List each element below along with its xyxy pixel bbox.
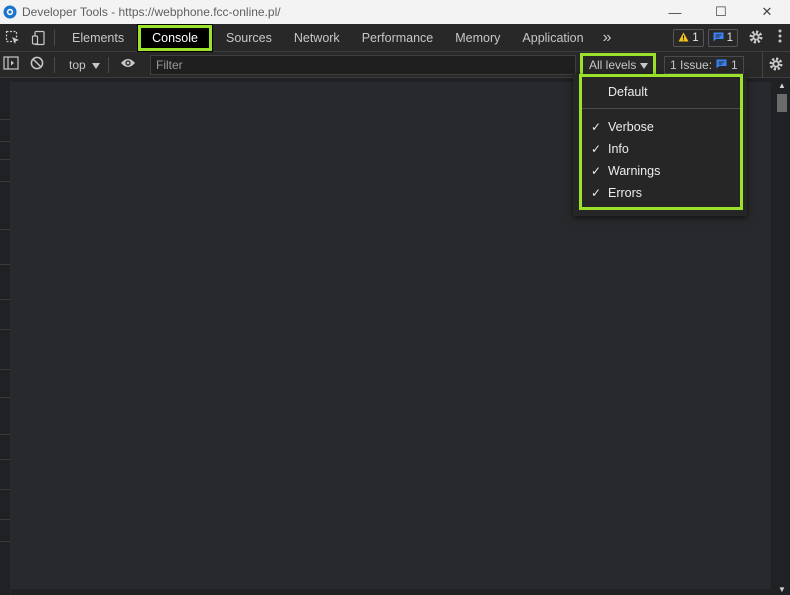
menu-item-verbose[interactable]: ✓ Verbose bbox=[582, 116, 740, 138]
context-label: top bbox=[69, 57, 86, 72]
scroll-down-arrow-icon[interactable]: ▼ bbox=[774, 583, 790, 595]
gutter-tick bbox=[0, 489, 10, 490]
show-sidebar-button[interactable] bbox=[0, 52, 22, 78]
gutter-tick bbox=[0, 159, 10, 160]
message-icon bbox=[713, 32, 724, 45]
title-bar: Developer Tools - https://webphone.fcc-o… bbox=[0, 0, 790, 24]
gutter-tick bbox=[0, 229, 10, 230]
tab-sources[interactable]: Sources bbox=[215, 24, 283, 52]
menu-item-label: Errors bbox=[608, 186, 643, 200]
scroll-up-arrow-icon[interactable]: ▲ bbox=[774, 79, 790, 91]
menu-item-label: Verbose bbox=[608, 120, 654, 134]
tab-application[interactable]: Application bbox=[511, 24, 594, 52]
devtools-app-icon bbox=[2, 4, 18, 20]
tab-console[interactable]: Console bbox=[137, 23, 213, 52]
menu-item-default[interactable]: Default bbox=[582, 81, 740, 103]
dropdown-arrow-icon bbox=[91, 58, 100, 72]
gutter-tick bbox=[0, 434, 10, 435]
live-expression-button[interactable] bbox=[115, 52, 141, 78]
vertical-scrollbar[interactable]: ▲ ▼ bbox=[774, 79, 790, 595]
console-gutter bbox=[0, 79, 11, 595]
sidebar-toggle-icon bbox=[3, 56, 19, 73]
gutter-tick bbox=[0, 459, 10, 460]
menu-separator bbox=[582, 108, 740, 109]
gutter-tick bbox=[0, 264, 10, 265]
kebab-menu-icon bbox=[778, 29, 782, 48]
inspect-element-icon[interactable] bbox=[0, 24, 26, 52]
menu-item-label: Warnings bbox=[608, 164, 661, 178]
gutter-tick bbox=[0, 119, 10, 120]
warnings-count: 1 bbox=[692, 32, 699, 44]
checkmark-icon: ✓ bbox=[591, 186, 602, 200]
log-levels-menu-highlight: Default ✓ Verbose ✓ Info ✓ Warnings ✓ Er… bbox=[579, 74, 743, 210]
gear-icon bbox=[768, 56, 784, 75]
tab-performance[interactable]: Performance bbox=[351, 24, 445, 52]
toolbar-separator bbox=[107, 56, 109, 73]
gutter-tick bbox=[0, 299, 10, 300]
gutter-tick bbox=[0, 181, 10, 182]
issue-icon bbox=[716, 58, 727, 72]
gutter-tick bbox=[0, 541, 10, 542]
menu-item-errors[interactable]: ✓ Errors bbox=[582, 182, 740, 204]
issues-label: 1 Issue: bbox=[670, 58, 713, 72]
devtools-settings-button[interactable] bbox=[742, 24, 770, 52]
tab-memory[interactable]: Memory bbox=[444, 24, 511, 52]
checkmark-icon: ✓ bbox=[591, 164, 602, 178]
window-title: Developer Tools - https://webphone.fcc-o… bbox=[22, 5, 281, 19]
issues-count: 1 bbox=[731, 58, 738, 72]
toolbar-separator bbox=[54, 56, 55, 73]
checkmark-icon: ✓ bbox=[591, 142, 602, 156]
tab-separator bbox=[54, 29, 55, 46]
eye-icon bbox=[120, 57, 136, 72]
more-tabs-button[interactable]: » bbox=[595, 29, 620, 47]
context-selector[interactable]: top bbox=[61, 58, 106, 72]
menu-item-label: Default bbox=[608, 85, 648, 99]
clear-icon bbox=[30, 56, 44, 73]
scrollbar-thumb[interactable] bbox=[777, 94, 787, 112]
levels-label: All levels bbox=[589, 58, 637, 72]
menu-item-info[interactable]: ✓ Info bbox=[582, 138, 740, 160]
console-settings-button[interactable] bbox=[762, 52, 788, 78]
warnings-badge[interactable]: 1 bbox=[673, 29, 704, 47]
minimize-button[interactable]: — bbox=[652, 0, 698, 24]
log-levels-menu: Default ✓ Verbose ✓ Info ✓ Warnings ✓ Er… bbox=[573, 74, 747, 216]
devtools-tab-bar: Elements Console Sources Network Perform… bbox=[0, 23, 790, 52]
maximize-button[interactable]: ☐ bbox=[698, 0, 744, 24]
menu-item-warnings[interactable]: ✓ Warnings bbox=[582, 160, 740, 182]
messages-badge[interactable]: 1 bbox=[707, 29, 738, 47]
clear-console-button[interactable] bbox=[22, 52, 52, 78]
device-toolbar-icon[interactable] bbox=[26, 24, 52, 52]
filter-input[interactable]: Filter bbox=[150, 55, 576, 75]
gutter-tick bbox=[0, 369, 10, 370]
gutter-tick bbox=[0, 329, 10, 330]
gutter-tick bbox=[0, 397, 10, 398]
messages-count: 1 bbox=[726, 32, 733, 44]
menu-item-label: Info bbox=[608, 142, 629, 156]
close-button[interactable]: ✕ bbox=[744, 0, 790, 24]
gutter-tick bbox=[0, 519, 10, 520]
gutter-tick bbox=[0, 141, 10, 142]
issues-counter[interactable]: 1 Issue: 1 bbox=[664, 56, 744, 74]
tab-elements[interactable]: Elements bbox=[61, 24, 135, 52]
tab-network[interactable]: Network bbox=[283, 24, 351, 52]
customize-menu-button[interactable] bbox=[770, 24, 790, 52]
checkmark-icon: ✓ bbox=[591, 120, 602, 134]
gear-icon bbox=[748, 29, 764, 48]
dropdown-arrow-icon bbox=[640, 58, 649, 72]
warning-icon bbox=[678, 32, 689, 45]
